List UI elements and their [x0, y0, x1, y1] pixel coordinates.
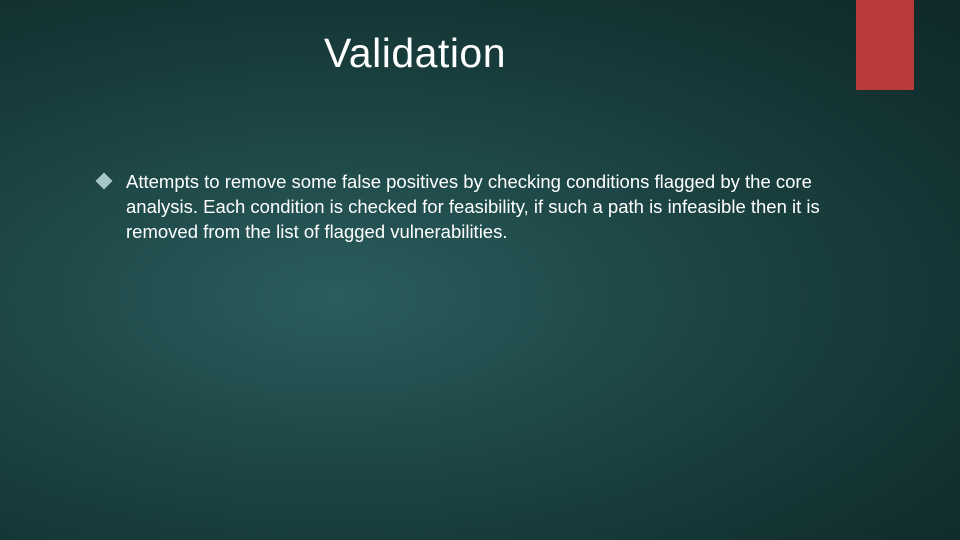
bullet-list: Attempts to remove some false positives …	[98, 170, 860, 245]
accent-bar	[856, 0, 914, 90]
bullet-text: Attempts to remove some false positives …	[126, 170, 860, 245]
diamond-bullet-icon	[96, 173, 113, 190]
list-item: Attempts to remove some false positives …	[98, 170, 860, 245]
slide-title: Validation	[324, 30, 506, 77]
